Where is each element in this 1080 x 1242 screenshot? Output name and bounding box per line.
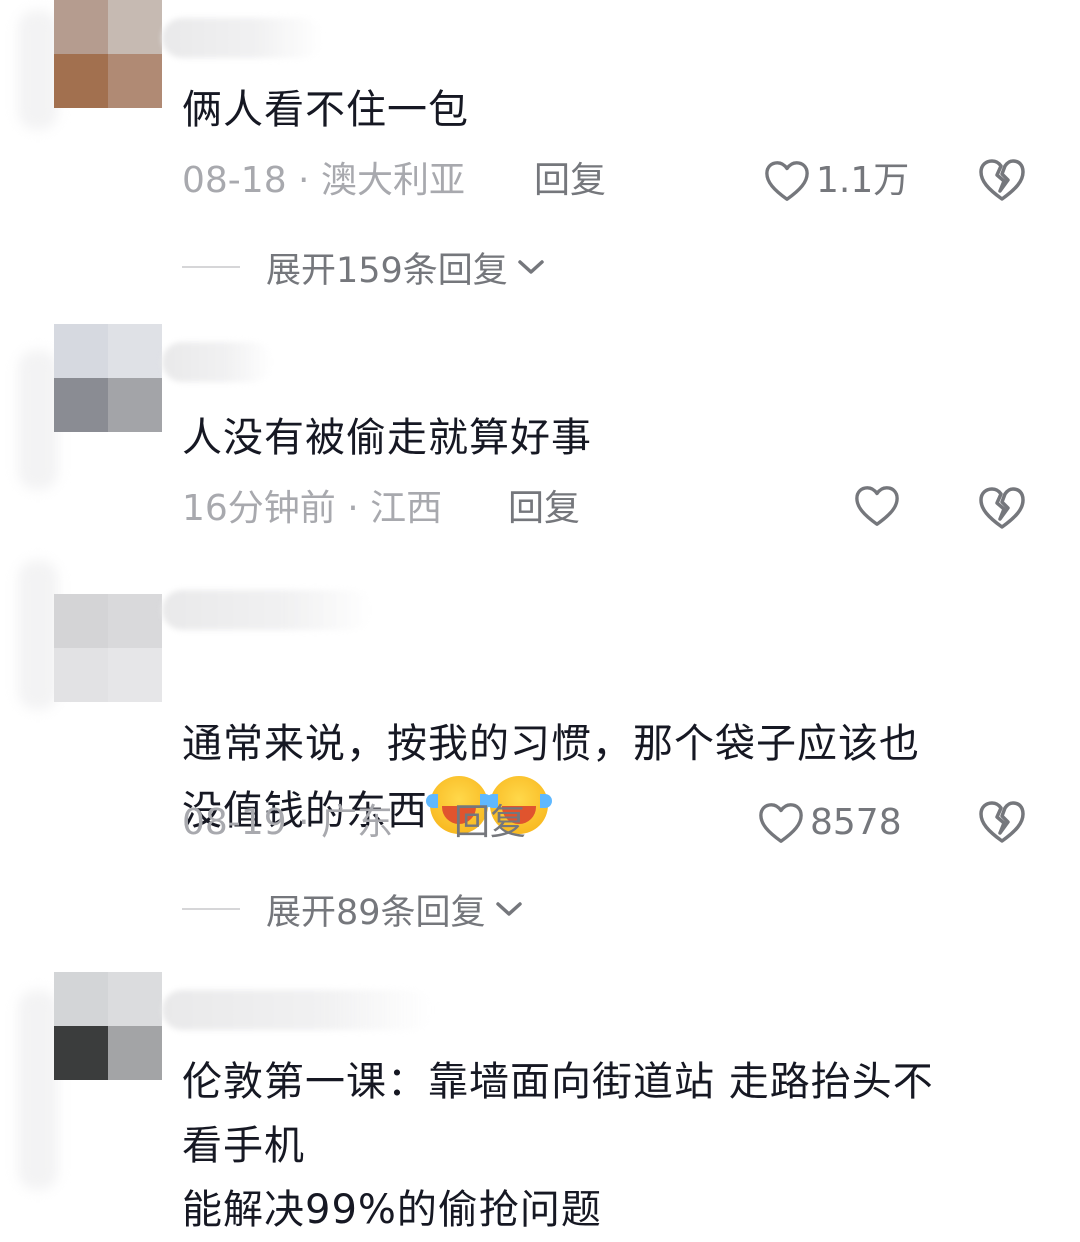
chevron-down-icon <box>495 902 522 916</box>
like-button[interactable]: 8578 <box>758 798 902 848</box>
comment-text: 人没有被偷走就算好事 <box>182 415 592 461</box>
comment-meta: 08-19 · 广东 回复 8578 <box>182 798 1026 848</box>
comment-item: 通常来说，按我的习惯，那个袋子应该也 没值钱的东西 08-19 · 广东 回复 … <box>0 550 1080 960</box>
date-location: 08-19 · 广东 <box>182 802 393 843</box>
like-count: 8578 <box>810 802 902 843</box>
reply-button[interactable]: 回复 <box>454 798 526 848</box>
comment-meta: 16分钟前 · 江西 回复 <box>182 484 1026 534</box>
blurred-region <box>18 350 58 490</box>
chevron-down-icon <box>518 260 544 274</box>
comment-meta: 08-18 · 澳大利亚 回复 1.1万 <box>182 156 1026 206</box>
like-button[interactable]: 1.1万 <box>764 156 909 206</box>
username[interactable] <box>162 590 372 630</box>
date-location: 08-18 · 澳大利亚 <box>182 160 465 201</box>
avatar[interactable] <box>54 972 162 1080</box>
broken-heart-icon[interactable] <box>978 799 1026 845</box>
expand-replies-label: 展开159条回复 <box>266 250 508 291</box>
comment-item: 伦敦第一课：靠墙面向街道站 走路抬头不 看手机 能解决99%的偷抢问题 <box>0 960 1080 1233</box>
comment-text: 俩人看不住一包 <box>182 87 469 133</box>
heart-outline-icon <box>855 486 899 526</box>
reply-button[interactable]: 回复 <box>534 156 606 206</box>
comment-item: 人没有被偷走就算好事 16分钟前 · 江西 回复 <box>0 320 1080 550</box>
like-count: 1.1万 <box>816 160 910 201</box>
date-location: 16分钟前 · 江西 <box>182 488 443 529</box>
blurred-region <box>18 560 58 710</box>
broken-heart-icon[interactable] <box>978 157 1026 203</box>
username[interactable] <box>162 18 322 58</box>
reply-button[interactable]: 回复 <box>508 484 580 534</box>
blurred-region <box>18 990 58 1190</box>
comment-text: 伦敦第一课：靠墙面向街道站 走路抬头不 看手机 能解决99%的偷抢问题 <box>182 1059 934 1233</box>
blurred-region <box>18 10 58 130</box>
avatar[interactable] <box>54 594 162 702</box>
username[interactable] <box>162 342 272 382</box>
comment-item: 俩人看不住一包 08-18 · 澳大利亚 回复 1.1万 展开159条回复 <box>0 0 1080 320</box>
broken-heart-icon[interactable] <box>978 485 1026 531</box>
divider <box>182 908 240 910</box>
expand-replies-label: 展开89条回复 <box>266 892 486 933</box>
avatar[interactable] <box>54 324 162 432</box>
username[interactable] <box>162 990 432 1030</box>
heart-outline-icon <box>759 803 803 843</box>
like-button[interactable] <box>854 484 900 528</box>
avatar[interactable] <box>54 0 162 108</box>
divider <box>182 266 240 268</box>
heart-outline-icon <box>765 161 809 201</box>
expand-replies-button[interactable]: 展开89条回复 <box>182 884 524 934</box>
expand-replies-button[interactable]: 展开159条回复 <box>182 242 546 292</box>
